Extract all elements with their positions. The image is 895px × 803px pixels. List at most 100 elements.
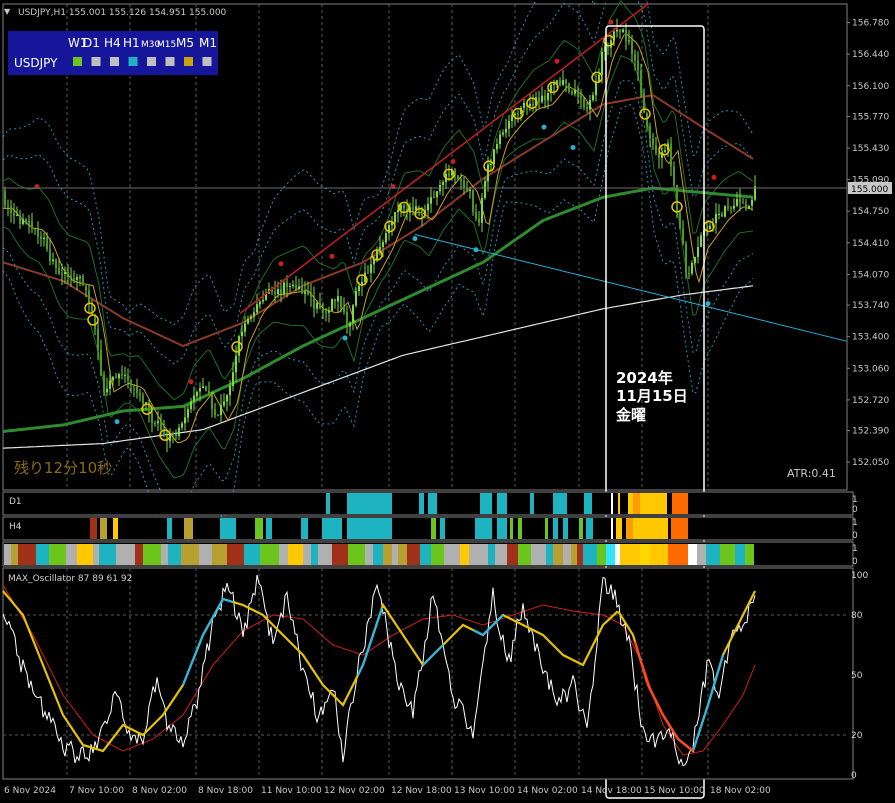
strength-segment bbox=[260, 544, 279, 565]
strength-h4-label: H4 bbox=[9, 522, 22, 532]
strength-segment bbox=[469, 544, 488, 565]
candle-body bbox=[358, 285, 360, 292]
candle-body bbox=[94, 315, 96, 329]
candle-body bbox=[40, 236, 42, 240]
price-tick-label: 152.390 bbox=[852, 427, 889, 437]
candle-body bbox=[475, 211, 477, 219]
candle-body bbox=[742, 202, 744, 204]
timeframe-box bbox=[202, 57, 212, 66]
candle-body bbox=[103, 374, 105, 393]
strength-segment bbox=[518, 518, 522, 539]
strength-segment bbox=[620, 544, 640, 565]
candle-body bbox=[736, 199, 738, 206]
timeframe-d1[interactable]: D1 bbox=[83, 36, 100, 50]
candle-body bbox=[85, 285, 87, 291]
strength-segment bbox=[365, 544, 373, 565]
timeframe-m1[interactable]: M1 bbox=[199, 36, 217, 50]
strength-segment bbox=[688, 544, 697, 565]
candle-body bbox=[133, 384, 135, 387]
candle-body bbox=[745, 203, 747, 209]
strength-segment bbox=[577, 544, 583, 565]
cyan-dot bbox=[412, 236, 418, 242]
candle-body bbox=[499, 134, 501, 145]
collapse-arrow-icon[interactable]: ▼ bbox=[4, 7, 11, 16]
strength-segment bbox=[563, 544, 571, 565]
candle-body bbox=[523, 102, 525, 108]
candle-body bbox=[334, 299, 336, 302]
candle-body bbox=[322, 308, 324, 312]
strength-segment bbox=[288, 544, 303, 565]
candle-body bbox=[616, 29, 618, 32]
candle-body bbox=[586, 107, 588, 110]
strength-segment bbox=[633, 518, 641, 539]
candle-body bbox=[355, 291, 357, 306]
strength-segment bbox=[497, 518, 507, 539]
red-dot bbox=[450, 159, 456, 165]
candle-body bbox=[217, 415, 219, 417]
annotation-weekday: 金曜 bbox=[615, 406, 646, 424]
candle-body bbox=[511, 115, 513, 122]
candle-body bbox=[478, 218, 480, 223]
strength-h1-scale-top: 1 bbox=[852, 544, 858, 554]
strength-segment bbox=[301, 518, 308, 539]
time-label: 14 Nov 02:00 bbox=[517, 786, 578, 796]
candle-body bbox=[202, 386, 204, 389]
strength-segment bbox=[611, 493, 613, 514]
candle-body bbox=[463, 180, 465, 188]
red-dot bbox=[188, 379, 194, 385]
candle-body bbox=[139, 392, 141, 396]
candle-body bbox=[622, 29, 624, 33]
candle-body bbox=[577, 89, 579, 96]
candle-body bbox=[427, 203, 429, 211]
strength-bar-h4: H4 1 0 bbox=[2, 516, 858, 541]
candle-body bbox=[109, 380, 111, 389]
strength-segment bbox=[475, 518, 492, 539]
candle-body bbox=[481, 197, 483, 223]
candle-body bbox=[28, 221, 30, 223]
price-chart[interactable]: 156.780 156.440 156.100 155.770 155.430 155.0… bbox=[0, 0, 895, 803]
candle-body bbox=[49, 249, 51, 262]
timeframe-box bbox=[73, 57, 82, 66]
candle-body bbox=[553, 83, 555, 85]
time-label: 11 Nov 10:00 bbox=[261, 786, 322, 796]
red-dot bbox=[554, 58, 560, 64]
candle-body bbox=[589, 100, 591, 110]
strength-segment bbox=[615, 544, 620, 565]
candle-body bbox=[649, 126, 651, 139]
candle-body bbox=[97, 328, 99, 351]
candle-body bbox=[436, 191, 438, 198]
candle-body bbox=[259, 301, 261, 305]
oscillator-panel[interactable]: MAX_Oscillator 87 89 61 92 100 80 50 20 0 bbox=[2, 567, 868, 781]
timeframe-panel[interactable]: W1D1 H4 H1 M30M15 M5 M1 USDJPY bbox=[8, 31, 218, 75]
candle-body bbox=[160, 421, 162, 430]
candle-body bbox=[574, 89, 576, 94]
candle-body bbox=[199, 388, 201, 392]
candle-body bbox=[469, 189, 471, 191]
strength-segment bbox=[641, 518, 668, 539]
timeframe-m15[interactable]: M15 bbox=[157, 40, 176, 50]
candle-body bbox=[496, 144, 498, 150]
timeframe-h4[interactable]: H4 bbox=[104, 36, 121, 50]
strength-segment bbox=[563, 518, 568, 539]
candle-body bbox=[328, 310, 330, 313]
candle-body bbox=[679, 213, 681, 229]
candle-body bbox=[484, 181, 486, 198]
candle-body bbox=[472, 189, 474, 212]
candle-body bbox=[280, 289, 282, 294]
candle-body bbox=[208, 390, 210, 395]
strength-segment bbox=[440, 518, 445, 539]
candle-body bbox=[118, 374, 120, 379]
candle-body bbox=[298, 286, 300, 289]
price-tick-label: 153.060 bbox=[852, 364, 889, 374]
candle-body bbox=[331, 299, 333, 311]
strength-h4-scale-bottom: 0 bbox=[852, 531, 858, 541]
strength-segment bbox=[4, 544, 11, 565]
strength-d1-scale-bottom: 0 bbox=[852, 505, 858, 515]
timeframe-m5[interactable]: M5 bbox=[176, 36, 194, 50]
candle-body bbox=[64, 271, 66, 275]
candle-body bbox=[640, 70, 642, 94]
timeframe-h1[interactable]: H1 bbox=[123, 36, 140, 50]
strength-segment bbox=[347, 493, 392, 514]
candle-body bbox=[181, 423, 183, 428]
strength-segment bbox=[606, 544, 615, 565]
